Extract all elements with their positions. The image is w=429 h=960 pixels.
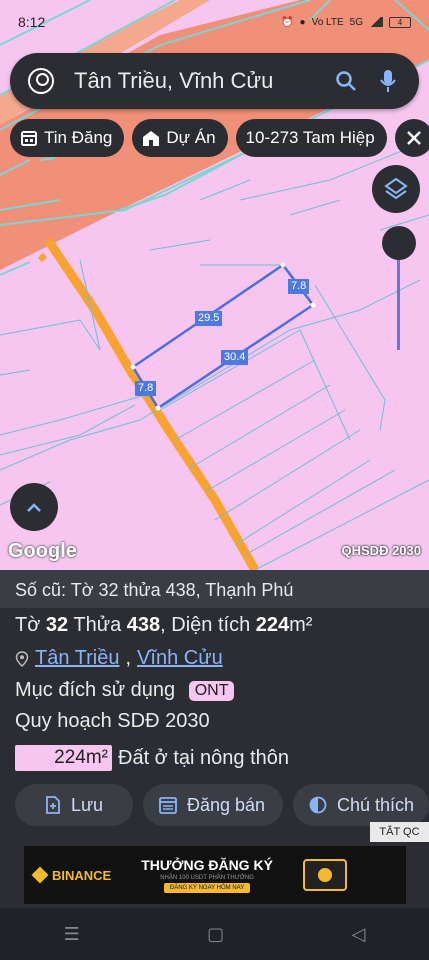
dimension-label: 30.4 — [221, 350, 249, 365]
search-query[interactable]: Tân Triều, Vĩnh Cửu — [74, 68, 317, 94]
signal-icon — [369, 17, 383, 27]
chip-projects[interactable]: Dự Án — [132, 119, 228, 157]
legend-button[interactable]: Chú thích — [293, 784, 429, 826]
purpose-code-badge: ONT — [188, 680, 235, 701]
parcel-title: Tờ 32 Thửa 438, Diện tích 224m² — [15, 614, 312, 637]
pin-icon — [15, 650, 29, 667]
calendar-icon — [21, 131, 37, 146]
district-link[interactable]: Vĩnh Cửu — [137, 647, 223, 670]
volte-label: Vo LTE — [311, 16, 344, 28]
land-use-row: Mục đích sử dụng ONT — [15, 679, 235, 702]
contrast-icon — [309, 796, 327, 814]
status-icons: ⏰ ● Vo LTE 5G 4 — [281, 16, 411, 28]
chevron-up-icon — [27, 503, 41, 512]
plan-type: Đất ở tại nông thôn — [118, 746, 290, 769]
ad-copy: THƯỞNG ĐĂNG KÝ NHẬN 100 USDT PHẦN THƯỞNG… — [141, 857, 273, 893]
commune-link[interactable]: Tân Triều — [35, 647, 119, 670]
plan-label: Quy hoạch SDĐ 2030 — [15, 710, 210, 732]
dimension-label: 7.8 — [135, 381, 157, 396]
dimension-label: 29.5 — [195, 311, 223, 326]
search-icon[interactable] — [333, 68, 359, 94]
system-nav-bar: ☰ ▢ ◁ — [0, 908, 429, 960]
alarm-icon: ⏰ — [281, 16, 294, 28]
legend-label: Chú thích — [337, 794, 415, 815]
purpose-label: Mục đích sử dụng — [15, 679, 176, 701]
network-type: 5G — [349, 16, 363, 28]
plot-number: 438 — [126, 614, 161, 636]
layers-icon — [384, 177, 408, 200]
expand-up-button[interactable] — [10, 483, 58, 531]
chip-label: Dự Án — [166, 128, 216, 147]
dimension-label: 7.8 — [288, 279, 310, 294]
ad-subtext: NHẬN 100 USDT PHẦN THƯỞNG — [160, 875, 254, 881]
save-button[interactable]: Lưu — [15, 784, 133, 826]
chip-tools[interactable] — [394, 119, 429, 157]
layers-button[interactable] — [372, 165, 420, 213]
ad-brand-label: BINANCE — [52, 867, 112, 883]
sheet-number: 32 — [45, 614, 69, 636]
plot-word: Thửa — [73, 614, 122, 636]
old-reference: Số cũ: Tờ 32 thửa 438, Thạnh Phú — [0, 570, 429, 608]
parcel-location: Tân Triều, Vĩnh Cửu — [15, 647, 223, 670]
filter-chips: Tin Đăng Dự Án 10-273 Tam Hiệp — [10, 119, 429, 157]
ad-coin-icon — [302, 859, 347, 891]
area-value: 224 — [255, 614, 290, 636]
tools-icon — [406, 131, 421, 145]
opacity-slider-knob[interactable] — [382, 226, 416, 260]
save-label: Lưu — [71, 794, 104, 815]
home-icon[interactable]: ▢ — [207, 924, 224, 945]
status-bar: 8:12 ⏰ ● Vo LTE 5G 4 — [0, 0, 429, 44]
ad-cta: ĐĂNG KÝ NGAY HÔM NAY — [163, 883, 251, 893]
binance-logo-icon — [31, 866, 49, 884]
ad-headline: THƯỞNG ĐĂNG KÝ — [141, 857, 273, 873]
layer-label: QHSDĐ 2030 — [341, 543, 421, 558]
back-icon[interactable]: ◁ — [351, 924, 365, 945]
recents-icon[interactable]: ☰ — [64, 924, 80, 945]
chip-label: 10-273 Tam Hiệp — [245, 128, 375, 147]
file-add-icon — [46, 796, 60, 814]
chip-label: Tin Đăng — [44, 128, 113, 147]
search-bar[interactable]: Tân Triều, Vĩnh Cửu — [10, 53, 419, 109]
battery-icon: 4 — [389, 16, 411, 28]
plan-area: 224m² — [15, 745, 112, 771]
chip-listings[interactable]: Tin Đăng — [10, 119, 125, 157]
account-icon[interactable] — [28, 68, 54, 94]
ad-banner[interactable]: BINANCE THƯỞNG ĐĂNG KÝ NHẬN 100 USDT PHẦ… — [24, 846, 406, 904]
calendar-list-icon — [159, 797, 177, 814]
map-view[interactable]: 7.8 29.5 30.4 7.8 8:12 ⏰ ● Vo LTE 5G 4 T… — [0, 0, 429, 570]
microphone-icon[interactable] — [375, 68, 401, 94]
action-bar: Lưu Đăng bán Chú thích — [15, 784, 429, 826]
post-sale-label: Đăng bán — [187, 794, 266, 815]
location-icon: ● — [299, 16, 306, 28]
status-time: 8:12 — [18, 14, 46, 30]
chip-address[interactable]: 10-273 Tam Hiệp — [235, 119, 387, 157]
close-ad-button[interactable]: TẮT QC — [370, 822, 429, 842]
post-sale-button[interactable]: Đăng bán — [143, 784, 283, 826]
sheet-word: Tờ — [15, 614, 41, 636]
building-icon — [143, 131, 160, 146]
plan-row: 224m² Đất ở tại nông thôn — [15, 745, 289, 771]
area-word: , Diện tích — [160, 614, 251, 636]
google-attribution: Google — [8, 540, 77, 562]
ad-brand: BINANCE — [31, 866, 112, 884]
area-unit: m² — [289, 614, 313, 636]
